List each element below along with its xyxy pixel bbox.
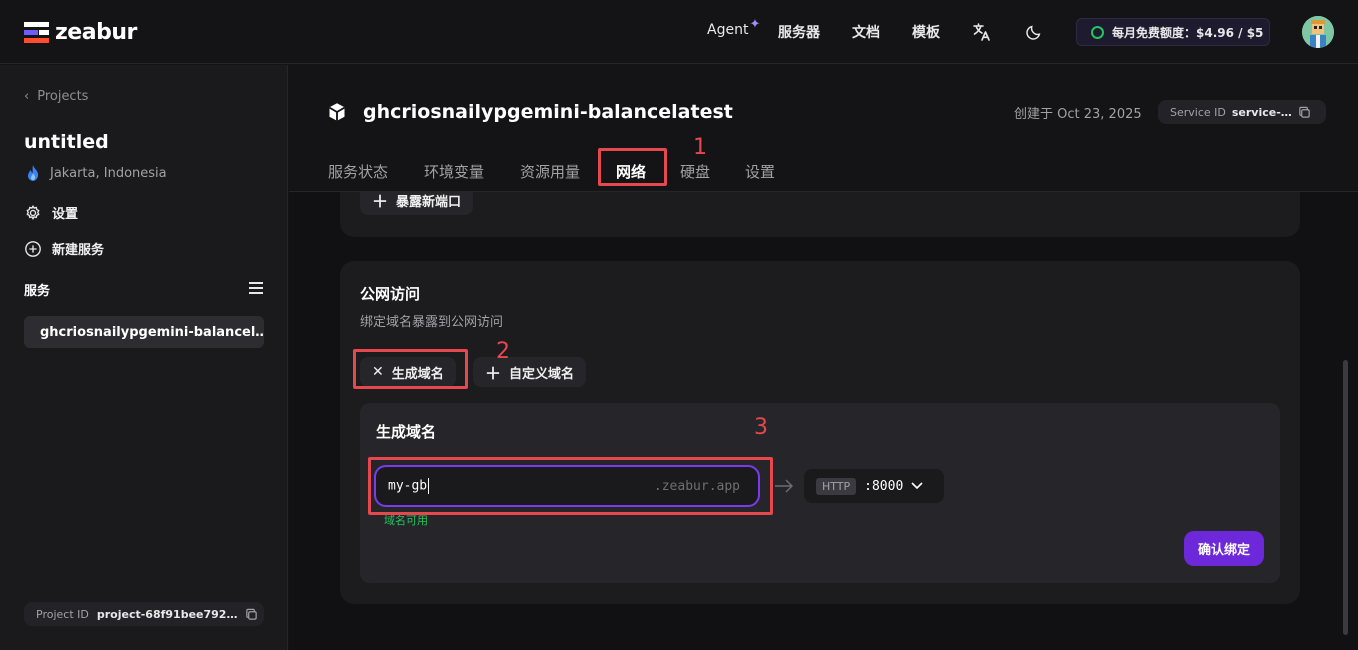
region-label: Jakarta, Indonesia	[50, 165, 167, 181]
back-to-projects[interactable]: ‹ Projects	[24, 89, 88, 104]
project-title: untitled	[24, 131, 109, 153]
tab-resource-usage[interactable]: 资源用量	[520, 161, 580, 182]
back-label: Projects	[37, 89, 89, 104]
port-select[interactable]: HTTP :8000	[804, 469, 944, 503]
annotation-number-2: 2	[496, 339, 510, 364]
domain-suffix: .zeabur.app	[653, 478, 740, 494]
zeabur-logo[interactable]: zeabur	[24, 20, 137, 45]
service-id-value: service-…	[1231, 105, 1292, 119]
project-id-badge: Project ID project-68f91bee792…	[24, 602, 264, 626]
tab-env-vars[interactable]: 环境变量	[424, 161, 484, 182]
list-icon[interactable]	[249, 282, 263, 298]
free-quota-badge[interactable]: 每月免费额度：$4.96 / $5	[1076, 18, 1270, 46]
chevron-down-icon	[911, 482, 923, 490]
service-item-label: ghcriosnailypgemini-balancel…	[40, 324, 264, 340]
new-service-label: 新建服务	[52, 243, 105, 258]
project-id-label: Project ID	[36, 607, 89, 621]
generate-domain-chip[interactable]: ✕ 生成域名	[360, 357, 456, 387]
tab-settings[interactable]: 设置	[745, 161, 775, 182]
moon-icon[interactable]	[1022, 20, 1046, 44]
nav-agent-label: Agent	[707, 22, 749, 38]
text-caret	[428, 478, 430, 494]
sparkle-icon: ✦	[749, 17, 761, 32]
confirm-bind-button[interactable]: 确认绑定	[1184, 531, 1264, 566]
project-id-value: project-68f91bee792…	[96, 607, 238, 621]
domain-available-status: 域名可用	[384, 514, 428, 527]
main-content: ghcriosnailypgemini-balancelatest 创建于 Oc…	[289, 65, 1358, 650]
copy-icon[interactable]	[245, 608, 258, 621]
flame-icon	[28, 165, 39, 181]
zeabur-logo-mark	[24, 21, 49, 44]
annotation-number-1: 1	[693, 135, 707, 160]
public-access-title: 公网访问	[360, 285, 421, 303]
gear-icon	[26, 204, 40, 220]
tab-network[interactable]: 网络	[616, 161, 646, 182]
plus-circle-icon	[25, 240, 41, 257]
project-region: Jakarta, Indonesia	[24, 164, 167, 182]
avatar[interactable]	[1302, 16, 1334, 48]
translate-icon[interactable]	[970, 20, 994, 44]
public-access-desc: 绑定域名暴露到公网访问	[360, 315, 504, 330]
close-icon: ✕	[372, 364, 384, 380]
public-access-card: 公网访问 绑定域名暴露到公网访问 ✕ 生成域名 ＋ 自定义域名 2 生成域名 3…	[340, 261, 1300, 604]
service-id-label: Service ID	[1170, 105, 1226, 119]
services-heading: 服务	[24, 284, 51, 299]
expose-port-label: 暴露新端口	[396, 194, 462, 210]
project-settings-link[interactable]: 设置	[24, 203, 78, 222]
nav-templates[interactable]: 模板	[912, 22, 940, 42]
scrollbar[interactable]	[1343, 360, 1348, 635]
protocol-badge: HTTP	[816, 477, 857, 495]
generate-domain-panel-title: 生成域名	[376, 423, 437, 441]
domain-input-value: my-gb	[388, 478, 428, 494]
cube-icon	[329, 103, 345, 121]
custom-domain-label: 自定义域名	[509, 366, 575, 382]
tab-disk[interactable]: 硬盘	[680, 161, 710, 182]
domain-input[interactable]: my-gb .zeabur.app	[374, 465, 760, 507]
nav-docs[interactable]: 文档	[852, 22, 880, 42]
nav-servers[interactable]: 服务器	[778, 22, 820, 42]
annotation-number-3: 3	[754, 415, 768, 440]
port-value: :8000	[864, 478, 904, 494]
quota-text: 每月免费额度：$4.96 / $5	[1112, 25, 1264, 40]
custom-domain-chip[interactable]: ＋ 自定义域名	[473, 357, 587, 387]
sidebar-item-service[interactable]: ghcriosnailypgemini-balancel…	[24, 316, 264, 348]
service-id-badge: Service ID service-…	[1158, 100, 1326, 124]
sidebar: ‹ Projects untitled Jakarta, Indonesia 设…	[0, 65, 288, 650]
created-date: 创建于 Oct 23, 2025	[1014, 107, 1142, 122]
generate-domain-panel: 生成域名 3 my-gb .zeabur.app 域名可用 HTTP :8000…	[360, 403, 1280, 583]
nav-agent[interactable]: Agent✦	[707, 17, 760, 38]
quota-ring-icon	[1091, 25, 1104, 39]
service-title: ghcriosnailypgemini-balancelatest	[327, 101, 733, 123]
settings-label: 设置	[52, 207, 79, 222]
top-bar: zeabur Agent✦ 服务器 文档 模板 每月免费额度：$4.96 / $…	[0, 0, 1358, 64]
generate-domain-label: 生成域名	[391, 366, 444, 382]
arrow-right-icon	[775, 479, 793, 493]
service-name: ghcriosnailypgemini-balancelatest	[363, 101, 733, 123]
tab-status[interactable]: 服务状态	[328, 161, 388, 182]
new-service-link[interactable]: 新建服务	[24, 239, 104, 258]
service-header: ghcriosnailypgemini-balancelatest 创建于 Oc…	[289, 65, 1358, 192]
copy-icon[interactable]	[1298, 106, 1311, 119]
app-name: zeabur	[55, 20, 137, 45]
chevron-left-icon: ‹	[24, 89, 30, 104]
